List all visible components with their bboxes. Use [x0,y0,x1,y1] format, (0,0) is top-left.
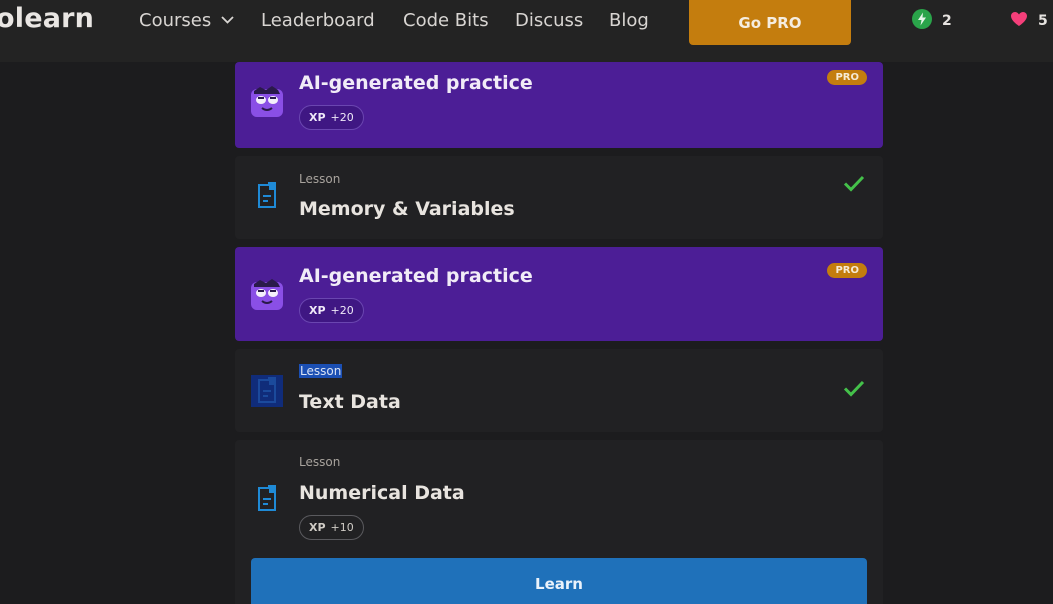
xp-label: XP [309,304,326,317]
xp-pill: XP +20 [299,298,364,323]
chevron-down-icon [221,0,234,40]
go-pro-button[interactable]: Go PRO [689,0,851,45]
practice-card[interactable]: AI-generated practice XP +20 PRO [235,62,883,148]
nav-courses[interactable]: Courses [139,0,234,42]
learn-button[interactable]: Learn [251,558,867,604]
hearts-stat[interactable]: 5 [1010,9,1048,33]
lesson-kind: Lesson [299,455,341,469]
lesson-card-current[interactable]: Lesson Numerical Data XP +10 Learn [235,440,883,604]
heart-icon [1010,11,1038,31]
xp-value: +10 [330,521,354,534]
bolt-icon [912,9,942,33]
pro-badge: PRO [827,70,867,85]
lesson-card[interactable]: Lesson Memory & Variables [235,156,883,239]
lesson-kind: Lesson [299,364,343,378]
card-title: AI-generated practice [299,72,533,94]
bolt-count: 2 [942,13,952,29]
document-icon [251,375,283,407]
hearts-count: 5 [1038,13,1048,29]
xp-value: +20 [330,111,354,124]
check-icon [843,380,865,401]
xp-value: +20 [330,304,354,317]
lesson-card[interactable]: Lesson Text Data [235,349,883,432]
ai-bot-icon [250,85,284,123]
xp-pill: XP +10 [299,515,364,540]
practice-card[interactable]: AI-generated practice XP +20 PRO [235,247,883,341]
lesson-kind: Lesson [299,172,341,186]
pro-badge: PRO [827,263,867,278]
top-navigation: olearn Courses Leaderboard Code Bits Dis… [0,0,1053,62]
nav-leaderboard[interactable]: Leaderboard [261,0,375,42]
ai-bot-icon [250,278,284,316]
card-title: Memory & Variables [299,198,515,220]
card-title: AI-generated practice [299,265,533,287]
bolt-stat[interactable]: 2 [912,9,952,33]
xp-label: XP [309,111,326,124]
xp-label: XP [309,521,326,534]
nav-courses-label: Courses [139,10,212,31]
document-icon [257,485,277,517]
xp-pill: XP +20 [299,105,364,130]
nav-code-bits[interactable]: Code Bits [403,0,489,42]
nav-blog[interactable]: Blog [609,0,649,42]
card-title: Text Data [299,391,401,413]
document-icon [257,182,277,214]
brand-logo[interactable]: olearn [0,0,94,38]
nav-discuss[interactable]: Discuss [515,0,583,42]
check-icon [843,175,865,196]
card-title: Numerical Data [299,482,465,504]
